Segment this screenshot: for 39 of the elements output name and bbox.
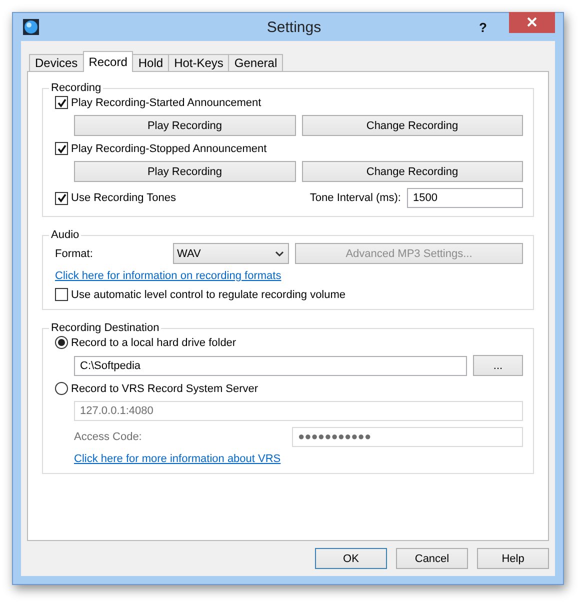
field-label: Format:	[55, 248, 94, 260]
radio-button[interactable]: Record to a local hard drive folder	[55, 336, 523, 349]
play-recording-button[interactable]: Play Recording	[74, 161, 296, 182]
tab[interactable]: Hot-Keys	[168, 54, 230, 71]
tab[interactable]: Hold	[132, 54, 170, 71]
checkbox[interactable]: Play Recording-Stopped Announcement	[55, 142, 523, 155]
checkbox[interactable]: Use automatic level control to regulate recording volume	[55, 288, 523, 301]
group-title: Audio	[50, 229, 80, 241]
folder-field[interactable]: C:\Softpedia	[74, 356, 467, 376]
field-label: Tone Interval (ms):	[310, 192, 401, 204]
change-recording-button[interactable]: Change Recording	[302, 115, 523, 136]
change-recording-button[interactable]: Change Recording	[302, 161, 523, 182]
dialog-button[interactable]: Help	[477, 548, 549, 569]
play-recording-button[interactable]: Play Recording	[74, 115, 296, 136]
radio-button[interactable]: Record to VRS Record System Server	[55, 382, 523, 395]
tab[interactable]: Devices	[29, 54, 84, 71]
tone-interval-field[interactable]: 1500	[407, 188, 523, 208]
group-title: Recording Destination	[50, 322, 160, 334]
checkmark-icon	[56, 193, 66, 203]
globe-icon	[23, 19, 39, 35]
checkmark-icon	[56, 144, 66, 154]
dialog-button[interactable]: Cancel	[396, 548, 468, 569]
browse-button[interactable]: ...	[473, 355, 523, 376]
dialog-button[interactable]: OK	[315, 548, 387, 569]
chevron-down-icon	[275, 250, 284, 256]
checkbox[interactable]: Use Recording Tones	[55, 192, 176, 204]
group-title: Recording	[50, 82, 102, 94]
vrs-info-link[interactable]: Click here for more information about VRS	[74, 453, 281, 465]
help-button[interactable]: ?	[479, 20, 487, 34]
window-title: Settings	[266, 18, 322, 36]
tab[interactable]: Record	[82, 51, 134, 72]
checkbox[interactable]: Play Recording-Started Announcement	[55, 96, 523, 109]
format-dropdown[interactable]: WAV	[173, 243, 289, 264]
close-button[interactable]	[509, 12, 555, 32]
close-icon	[527, 17, 537, 27]
tab[interactable]: General	[228, 54, 284, 71]
checkmark-icon	[56, 98, 66, 108]
field-label: Access Code:	[74, 431, 142, 443]
formats-info-link[interactable]: Click here for information on recording formats	[55, 270, 282, 282]
